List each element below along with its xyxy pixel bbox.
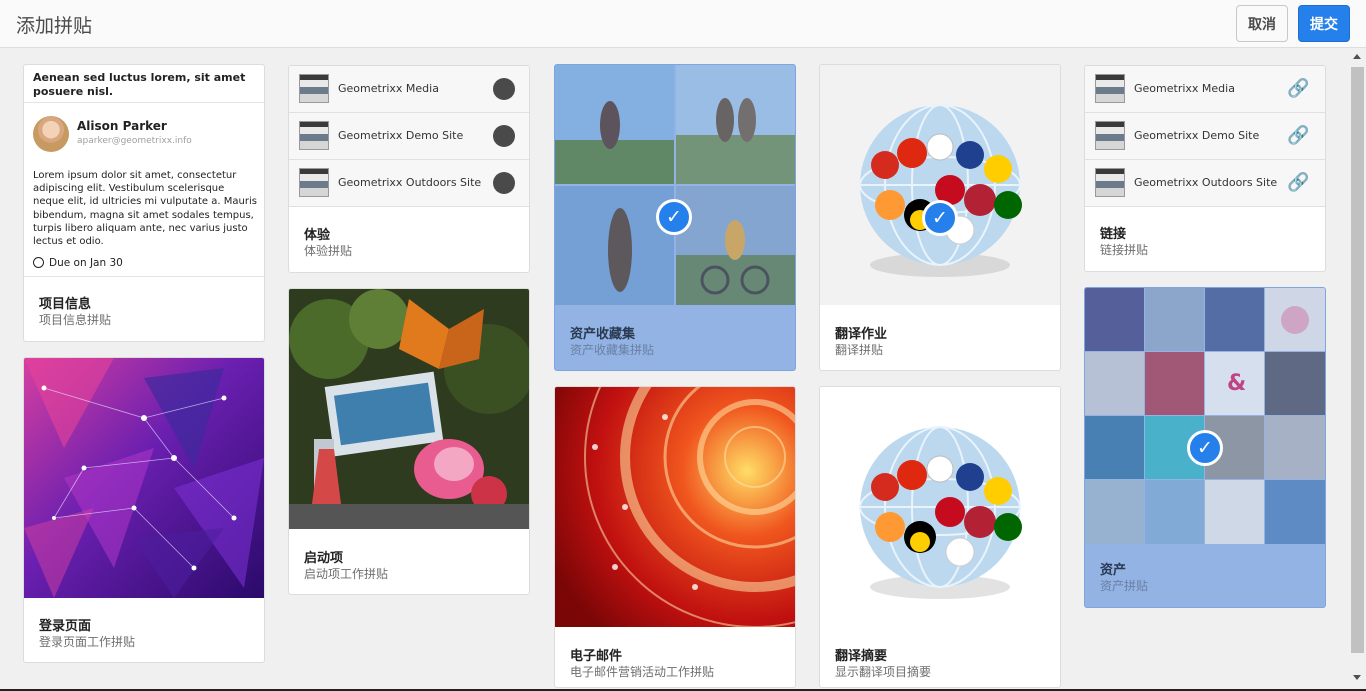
site-name: Geometrixx Demo Site bbox=[1134, 129, 1260, 142]
site-thumbnail bbox=[299, 74, 329, 103]
translation-job-thumbnail bbox=[820, 65, 1060, 305]
tile-card-email[interactable]: 电子邮件 电子邮件营销活动工作拼贴 bbox=[554, 386, 796, 688]
tile-title: 资产收藏集 bbox=[570, 327, 636, 342]
submit-button[interactable]: 提交 bbox=[1298, 5, 1350, 42]
page-title: 添加拼贴 bbox=[16, 15, 93, 37]
tile-subtitle: 翻译拼贴 bbox=[835, 343, 884, 357]
collage-image bbox=[289, 289, 529, 529]
site-thumbnail bbox=[299, 121, 329, 150]
tile-subtitle: 链接拼贴 bbox=[1100, 243, 1149, 257]
globe-icon bbox=[493, 78, 515, 100]
site-row: Geometrixx Outdoors Site 🔗 bbox=[1085, 160, 1325, 207]
tile-title: 启动项 bbox=[304, 551, 344, 566]
assets-thumbnail: & bbox=[1085, 288, 1325, 544]
tile-title: 翻译作业 bbox=[835, 327, 888, 342]
globe-icon bbox=[493, 125, 515, 147]
divider bbox=[24, 102, 264, 103]
site-name: Geometrixx Outdoors Site bbox=[338, 176, 482, 189]
due-date: Due on Jan 30 bbox=[33, 257, 123, 269]
project-heading: Aenean sed luctus lorem, sit amet posuer… bbox=[33, 71, 246, 98]
link-icon: 🔗 bbox=[1287, 172, 1310, 193]
tile-card-launches[interactable]: 启动项 启动项工作拼贴 bbox=[288, 288, 530, 595]
tile-subtitle: 项目信息拼贴 bbox=[39, 313, 112, 327]
tile-subtitle: 资产收藏集拼贴 bbox=[570, 343, 655, 357]
site-row: Geometrixx Media 🔗 bbox=[1085, 66, 1325, 113]
globe-icon bbox=[493, 172, 515, 194]
due-date-text: Due on Jan 30 bbox=[49, 257, 123, 269]
sports-collage-image bbox=[555, 65, 795, 305]
flags-globe-image bbox=[820, 387, 1060, 627]
tile-title: 电子邮件 bbox=[570, 649, 623, 664]
clock-icon bbox=[33, 257, 44, 268]
asset-collections-thumbnail bbox=[555, 65, 795, 305]
flags-globe-image bbox=[820, 65, 1060, 305]
launches-thumbnail bbox=[289, 289, 529, 529]
scroll-up-arrow-icon[interactable] bbox=[1353, 54, 1361, 59]
site-name: Geometrixx Media bbox=[338, 82, 439, 95]
tile-subtitle: 启动项工作拼贴 bbox=[304, 567, 389, 581]
tile-subtitle: 电子邮件营销活动工作拼贴 bbox=[570, 665, 715, 679]
site-row: Geometrixx Media bbox=[289, 66, 529, 113]
tile-subtitle: 登录页面工作拼贴 bbox=[39, 635, 136, 649]
site-row: Geometrixx Demo Site 🔗 bbox=[1085, 113, 1325, 160]
avatar bbox=[33, 116, 69, 152]
tile-title: 链接 bbox=[1100, 227, 1127, 242]
divider bbox=[24, 276, 264, 277]
tile-card-translation-summary[interactable]: 翻译摘要 显示翻译项目摘要 bbox=[819, 386, 1061, 688]
selected-check-icon: ✓ bbox=[1187, 430, 1223, 466]
site-name: Geometrixx Outdoors Site bbox=[1134, 176, 1278, 189]
site-thumbnail bbox=[299, 168, 329, 197]
tile-title: 翻译摘要 bbox=[835, 649, 888, 664]
tile-card-assets[interactable]: & ✓ 资产 资产拼贴 bbox=[1084, 287, 1326, 608]
tile-card-experience[interactable]: Geometrixx Media Geometrixx Demo Site Ge… bbox=[288, 65, 530, 273]
site-name: Geometrixx Media bbox=[1134, 82, 1235, 95]
tile-card-asset-collections[interactable]: ✓ 资产收藏集 资产收藏集拼贴 bbox=[554, 64, 796, 371]
person-email: aparker@geometrixx.info bbox=[77, 136, 192, 146]
assets-mosaic-image: & bbox=[1085, 288, 1325, 544]
tile-card-project-info[interactable]: Aenean sed luctus lorem, sit amet posuer… bbox=[23, 64, 265, 342]
tile-title: 体验 bbox=[304, 228, 331, 243]
link-icon: 🔗 bbox=[1287, 125, 1310, 146]
person-name: Alison Parker bbox=[77, 119, 167, 133]
tile-subtitle: 显示翻译项目摘要 bbox=[835, 665, 932, 679]
site-row: Geometrixx Outdoors Site bbox=[289, 160, 529, 207]
tile-card-translation-job[interactable]: ✓ 翻译作业 翻译拼贴 bbox=[819, 64, 1061, 371]
site-row: Geometrixx Demo Site bbox=[289, 113, 529, 160]
tile-subtitle: 体验拼贴 bbox=[304, 244, 353, 258]
tile-subtitle: 资产拼贴 bbox=[1100, 579, 1149, 593]
selected-check-icon: ✓ bbox=[656, 199, 692, 235]
cancel-button[interactable]: 取消 bbox=[1236, 5, 1288, 42]
abstract-red-image bbox=[555, 387, 795, 627]
site-thumbnail bbox=[1095, 121, 1125, 150]
translation-summary-thumbnail bbox=[820, 387, 1060, 627]
network-image bbox=[24, 358, 264, 598]
tile-title: 资产 bbox=[1100, 563, 1127, 578]
project-description: Lorem ipsum dolor sit amet, consectetur … bbox=[33, 170, 257, 248]
tile-card-login-page[interactable]: 登录页面 登录页面工作拼贴 bbox=[23, 357, 265, 663]
site-thumbnail bbox=[1095, 74, 1125, 103]
dialog-header: 添加拼贴 取消 提交 bbox=[0, 0, 1366, 48]
email-thumbnail bbox=[555, 387, 795, 627]
scroll-down-arrow-icon[interactable] bbox=[1353, 675, 1361, 680]
network-thumbnail bbox=[24, 358, 264, 598]
selected-check-icon: ✓ bbox=[922, 200, 958, 236]
site-thumbnail bbox=[1095, 168, 1125, 197]
link-icon: 🔗 bbox=[1287, 78, 1310, 99]
scrollbar-thumb[interactable] bbox=[1351, 67, 1364, 653]
tile-title: 项目信息 bbox=[39, 297, 92, 312]
site-name: Geometrixx Demo Site bbox=[338, 129, 464, 142]
tile-card-links[interactable]: Geometrixx Media 🔗 Geometrixx Demo Site … bbox=[1084, 65, 1326, 272]
tile-title: 登录页面 bbox=[39, 619, 92, 634]
